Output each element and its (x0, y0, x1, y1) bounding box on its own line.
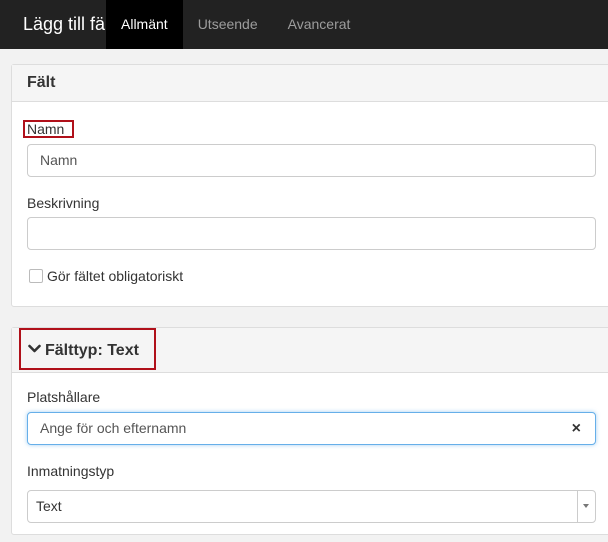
fieldtype-panel-heading[interactable]: Fälttyp: Text (12, 328, 608, 373)
fieldtype-panel: Fälttyp: Text Platshållare Ange för och … (11, 327, 608, 535)
input-type-label: Inmatningstyp (27, 463, 115, 479)
chevron-down-icon (28, 344, 41, 353)
top-navbar: Lägg till fält Allmänt Utseende Avancera… (0, 0, 608, 49)
clear-icon[interactable]: × (572, 413, 581, 444)
input-type-value: Text (36, 498, 62, 514)
tab-allmant[interactable]: Allmänt (106, 0, 183, 49)
description-label: Beskrivning (27, 195, 100, 211)
fieldtype-panel-title: Fälttyp: Text (45, 342, 139, 359)
required-label: Gör fältet obligatoriskt (47, 268, 184, 284)
description-input[interactable] (27, 217, 596, 250)
tab-utseende[interactable]: Utseende (183, 0, 273, 49)
field-panel: Fält Namn Namn Beskrivning Gör fältet ob… (11, 64, 608, 307)
app-title: Lägg till fält (23, 14, 115, 34)
placeholder-label: Platshållare (27, 389, 101, 405)
input-type-select[interactable]: Text (27, 490, 596, 523)
field-panel-title: Fält (27, 74, 56, 91)
field-panel-heading: Fält (12, 65, 608, 102)
placeholder-input[interactable]: Ange för och efternamn × (27, 412, 596, 445)
tab-avancerat[interactable]: Avancerat (273, 0, 366, 49)
name-label: Namn (27, 121, 65, 137)
select-arrow-icon[interactable] (577, 491, 595, 522)
required-checkbox[interactable] (29, 269, 43, 283)
name-input[interactable]: Namn (27, 144, 596, 177)
placeholder-input-value: Ange för och efternamn (40, 420, 187, 436)
